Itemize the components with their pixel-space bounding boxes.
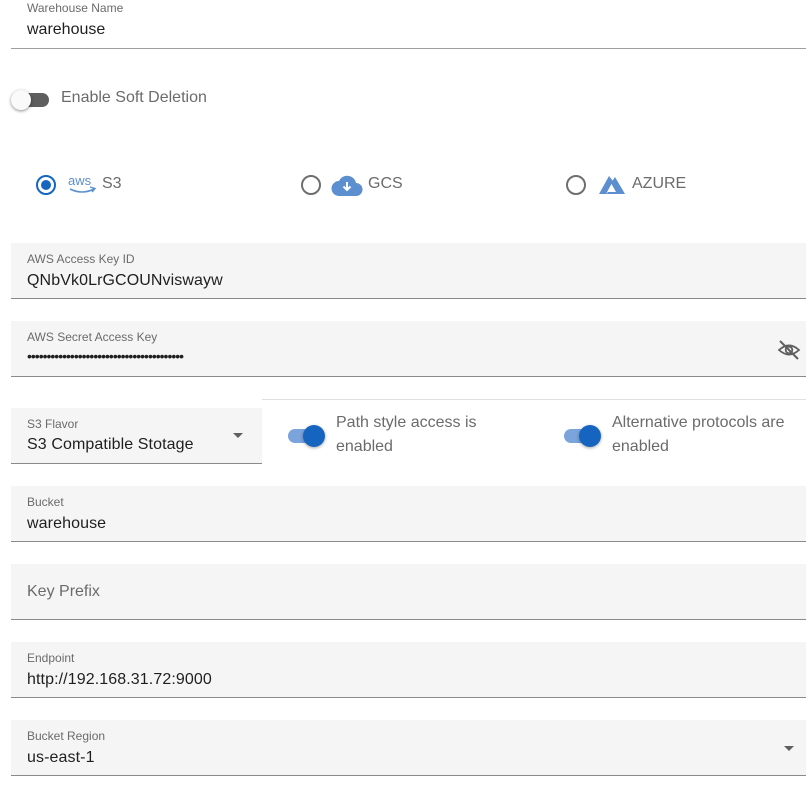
- key-prefix-placeholder: Key Prefix: [27, 583, 100, 600]
- s3-flavor-label: S3 Flavor: [27, 417, 79, 431]
- alt-protocols-switch[interactable]: [562, 424, 602, 448]
- chevron-down-icon[interactable]: [784, 746, 794, 751]
- secret-key-label: AWS Secret Access Key: [27, 330, 158, 344]
- aws-logo-text: aws: [68, 173, 92, 188]
- switch-thumb[interactable]: [579, 425, 601, 447]
- s3-flavor-value[interactable]: S3 Compatible Stotage: [27, 436, 194, 454]
- access-key-field[interactable]: AWS Access Key ID QNbVk0LrGCOUNviswayw: [11, 243, 806, 299]
- path-style-label-line2: enabled: [336, 438, 393, 455]
- endpoint-value[interactable]: http://192.168.31.72:9000: [27, 671, 212, 689]
- alt-protocols-label-line1: Alternative protocols are: [612, 414, 785, 431]
- endpoint-label: Endpoint: [27, 651, 75, 665]
- access-key-value[interactable]: QNbVk0LrGCOUNviswayw: [27, 272, 223, 290]
- cloud-icon: [331, 172, 363, 203]
- radio-gcs[interactable]: [301, 175, 321, 195]
- provider-label-gcs: GCS: [368, 175, 403, 192]
- divider: [262, 399, 806, 400]
- bucket-region-value[interactable]: us-east-1: [27, 749, 95, 767]
- alt-protocols-label-line2: enabled: [612, 438, 669, 455]
- warehouse-name-value[interactable]: warehouse: [27, 21, 105, 39]
- switch-thumb[interactable]: [11, 90, 31, 110]
- soft-deletion-label: Enable Soft Deletion: [61, 89, 207, 106]
- access-key-label: AWS Access Key ID: [27, 252, 135, 266]
- bucket-field[interactable]: Bucket warehouse: [11, 486, 806, 542]
- provider-label-azure: AZURE: [632, 175, 687, 192]
- bucket-region-select[interactable]: Bucket Region us-east-1: [11, 720, 806, 776]
- chevron-down-icon[interactable]: [233, 433, 243, 438]
- secret-key-value[interactable]: ••••••••••••••••••••••••••••••••••••••••: [27, 348, 184, 364]
- bucket-label: Bucket: [27, 495, 64, 509]
- azure-icon: [598, 175, 626, 200]
- bucket-region-label: Bucket Region: [27, 729, 106, 743]
- soft-deletion-switch[interactable]: [11, 90, 51, 110]
- s3-flavor-select[interactable]: S3 Flavor S3 Compatible Stotage: [11, 408, 262, 464]
- provider-label-s3: S3: [102, 175, 122, 192]
- warehouse-name-field[interactable]: Warehouse Name warehouse: [11, 0, 806, 49]
- secret-key-field[interactable]: AWS Secret Access Key ••••••••••••••••••…: [11, 321, 806, 377]
- path-style-switch[interactable]: [286, 424, 326, 448]
- bucket-value[interactable]: warehouse: [27, 515, 106, 533]
- path-style-label-line1: Path style access is: [336, 414, 477, 431]
- key-prefix-field[interactable]: Key Prefix: [11, 564, 806, 620]
- radio-s3[interactable]: [36, 175, 56, 195]
- eye-off-icon[interactable]: [777, 338, 801, 367]
- switch-thumb[interactable]: [303, 425, 325, 447]
- aws-icon: aws: [68, 173, 98, 199]
- radio-azure[interactable]: [566, 175, 586, 195]
- endpoint-field[interactable]: Endpoint http://192.168.31.72:9000: [11, 642, 806, 698]
- warehouse-name-label: Warehouse Name: [27, 1, 124, 15]
